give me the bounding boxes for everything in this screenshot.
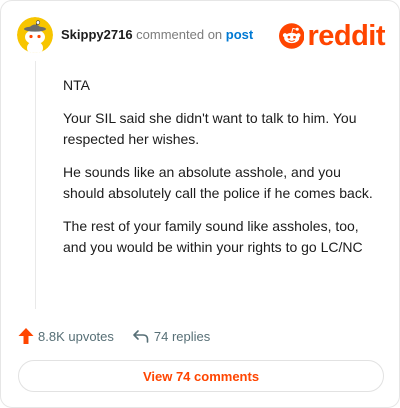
comment-verb: commented on <box>136 27 223 42</box>
comment-card: Skippy2716 commented on post reddit NTA … <box>0 0 400 408</box>
comment-header: Skippy2716 commented on post reddit <box>17 17 385 53</box>
reply-count: 74 replies <box>153 328 211 344</box>
upvote-arrow-icon <box>18 328 34 344</box>
upvote-count: 8.8K upvotes <box>38 328 114 344</box>
reddit-snoo-icon <box>279 23 305 49</box>
reply-arrow-icon <box>133 330 149 343</box>
thread-line <box>35 61 36 309</box>
snoo-avatar-icon[interactable] <box>17 17 53 53</box>
comment-paragraph: Your SIL said she didn't want to talk to… <box>63 110 357 147</box>
comment-meta: Skippy2716 commented on post <box>61 27 253 42</box>
upvote-button[interactable]: 8.8K upvotes <box>18 327 114 345</box>
reddit-wordmark: reddit <box>307 19 385 52</box>
reddit-logo[interactable]: reddit <box>279 19 385 53</box>
comment-paragraph: The rest of your family sound like assho… <box>63 218 363 255</box>
replies-button[interactable]: 74 replies <box>132 328 210 344</box>
post-link[interactable]: post <box>226 27 253 42</box>
comment-actions: 8.8K upvotes 74 replies <box>18 325 210 347</box>
view-comments-button[interactable]: View 74 comments <box>18 360 384 392</box>
username[interactable]: Skippy2716 <box>61 27 133 42</box>
comment-paragraph: NTA <box>63 77 90 93</box>
comment-body: NTA Your SIL said she didn't want to tal… <box>63 75 381 270</box>
comment-paragraph: He sounds like an absolute asshole, and … <box>63 164 373 201</box>
